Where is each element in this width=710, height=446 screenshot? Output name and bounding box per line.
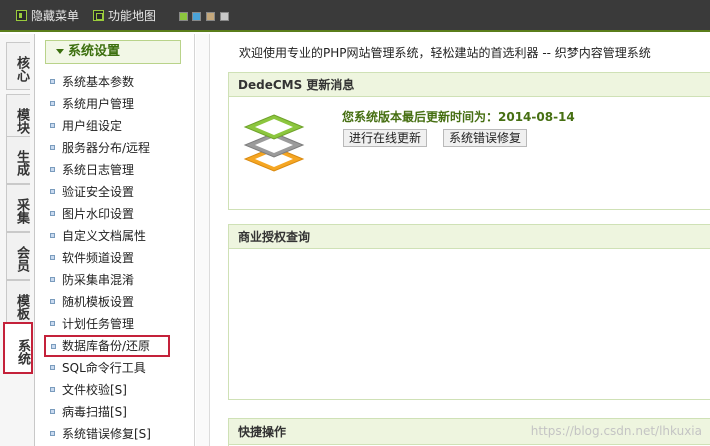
bullet-icon — [50, 79, 55, 84]
bullet-icon — [50, 167, 55, 172]
menu-item-label: 自定义文档属性 — [62, 229, 147, 243]
menu-item[interactable]: 图片水印设置 — [45, 204, 183, 224]
menu-item[interactable]: 服务器分布/远程 — [45, 138, 183, 158]
top-bar: 隐藏菜单 功能地图 — [0, 0, 710, 32]
tab-modules[interactable]: 模块 — [6, 94, 30, 142]
chevron-down-icon — [56, 49, 64, 54]
menu-item[interactable]: 文件校验[S] — [45, 380, 183, 400]
bullet-icon — [50, 277, 55, 282]
tab-core[interactable]: 核心 — [6, 42, 30, 90]
menu-item-label: 随机模板设置 — [62, 295, 135, 309]
menu-item-label: SQL命令行工具 — [62, 361, 146, 375]
menu-item[interactable]: 随机模板设置 — [45, 292, 183, 312]
bullet-icon — [50, 431, 55, 436]
menu-item-label: 系统基本参数 — [62, 75, 135, 89]
menu-item[interactable]: 计划任务管理 — [45, 314, 183, 334]
tab-system[interactable]: 系统 — [3, 322, 33, 374]
bullet-icon — [50, 409, 55, 414]
menu-item[interactable]: 软件频道设置 — [45, 248, 183, 268]
menu-item[interactable]: 自定义文档属性 — [45, 226, 183, 246]
bullet-icon — [50, 321, 55, 326]
category-tabs: 核心 模块 生成 采集 会员 模板 系统 — [0, 34, 35, 446]
menu-section-title: 系统设置 — [68, 44, 121, 59]
menu-item[interactable]: 病毒扫描[S] — [45, 402, 183, 422]
theme-swatch-gray[interactable] — [220, 12, 229, 21]
bullet-icon — [50, 101, 55, 106]
side-menu: 系统设置 系统基本参数 系统用户管理 用户组设定 服务器分布/远程 系统日志管理… — [35, 34, 195, 446]
menu-item-label: 系统错误修复[S] — [62, 427, 151, 441]
watermark: https://blog.csdn.net/lhkuxia — [530, 424, 702, 438]
menu-item[interactable]: 用户组设定 — [45, 116, 183, 136]
menu-item-label: 文件校验[S] — [62, 383, 127, 397]
menu-item-label: 系统日志管理 — [62, 163, 135, 177]
bullet-icon — [50, 255, 55, 260]
bullet-icon — [50, 299, 55, 304]
menu-item-label: 病毒扫描[S] — [62, 405, 127, 419]
bullet-icon — [50, 123, 55, 128]
menu-item-label: 数据库备份/还原 — [62, 339, 151, 353]
tab-generate[interactable]: 生成 — [6, 136, 30, 184]
theme-swatch-blue[interactable] — [192, 12, 201, 21]
system-fix-button[interactable]: 系统错误修复 — [443, 129, 528, 147]
menu-item-label: 系统用户管理 — [62, 97, 135, 111]
menu-divider-strip[interactable] — [196, 34, 210, 446]
map-icon — [93, 10, 104, 21]
menu-item[interactable]: 系统基本参数 — [45, 72, 183, 92]
main-content: 欢迎使用专业的PHP网站管理系统，轻松建站的首选利器 -- 织梦内容管理系统 D… — [211, 34, 710, 446]
bullet-icon — [50, 189, 55, 194]
menu-item-label: 防采集串混淆 — [62, 273, 135, 287]
version-info: 您系统版本最后更新时间为：2014-08-14 — [342, 110, 575, 124]
bullet-icon — [50, 211, 55, 216]
theme-swatch-green[interactable] — [179, 12, 188, 21]
menu-section-header[interactable]: 系统设置 — [45, 40, 181, 64]
menu-item-label: 用户组设定 — [62, 119, 123, 133]
tab-members[interactable]: 会员 — [6, 232, 30, 280]
license-panel-title: 商业授权查询 — [229, 225, 710, 249]
menu-item-label: 服务器分布/远程 — [62, 141, 151, 155]
welcome-text: 欢迎使用专业的PHP网站管理系统，轻松建站的首选利器 -- 织梦内容管理系统 — [239, 46, 651, 60]
panel-toggle-icon — [16, 10, 27, 21]
update-panel: DedeCMS 更新消息 您系统版本最后更新时间为：2014-08-14 进行在… — [228, 72, 710, 210]
update-panel-title: DedeCMS 更新消息 — [229, 73, 710, 97]
hide-menu-label: 隐藏菜单 — [31, 9, 80, 23]
theme-swatch-brown[interactable] — [206, 12, 215, 21]
hide-menu-button[interactable]: 隐藏菜单 — [16, 9, 79, 23]
menu-item[interactable]: 验证安全设置 — [45, 182, 183, 202]
menu-item-label: 验证安全设置 — [62, 185, 135, 199]
menu-item[interactable]: 防采集串混淆 — [45, 270, 183, 290]
menu-item-label: 软件频道设置 — [62, 251, 135, 265]
bullet-icon — [51, 344, 56, 349]
menu-item[interactable]: 系统用户管理 — [45, 94, 183, 114]
menu-item-label: 计划任务管理 — [62, 317, 135, 331]
dedecms-logo-icon — [243, 114, 305, 172]
menu-item-label: 图片水印设置 — [62, 207, 135, 221]
bullet-icon — [50, 233, 55, 238]
site-map-button[interactable]: 功能地图 — [93, 9, 156, 23]
menu-item[interactable]: 系统错误修复[S] — [45, 424, 183, 444]
online-update-button[interactable]: 进行在线更新 — [343, 129, 428, 147]
site-map-label: 功能地图 — [108, 9, 157, 23]
menu-item[interactable]: SQL命令行工具 — [45, 358, 183, 378]
bullet-icon — [50, 365, 55, 370]
menu-item[interactable]: 系统日志管理 — [45, 160, 183, 180]
tab-collect[interactable]: 采集 — [6, 184, 30, 232]
bullet-icon — [50, 387, 55, 392]
bullet-icon — [50, 145, 55, 150]
license-panel: 商业授权查询 — [228, 224, 710, 400]
menu-item-selected[interactable]: 数据库备份/还原 — [44, 335, 170, 357]
tab-templates[interactable]: 模板 — [6, 280, 30, 328]
